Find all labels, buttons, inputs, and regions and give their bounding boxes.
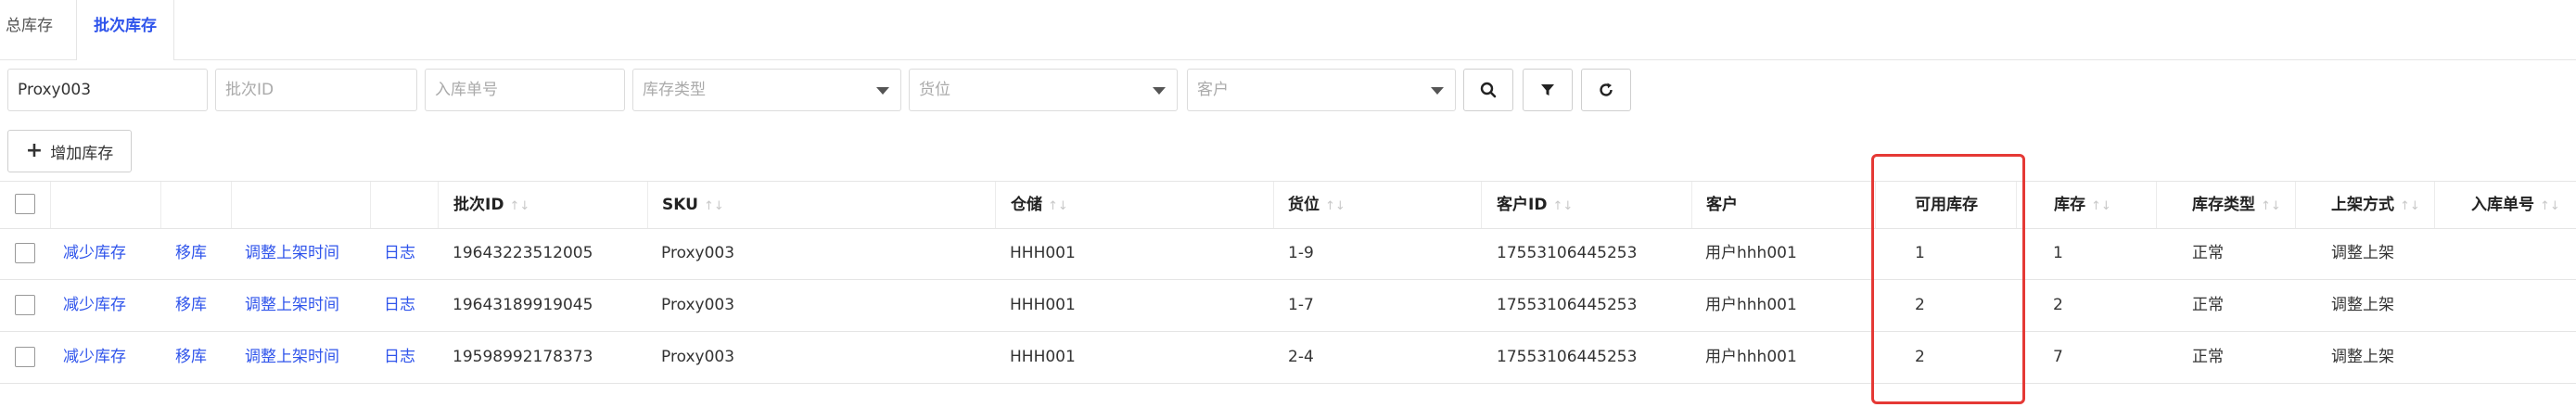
stock-cell: 1 (2053, 244, 2063, 262)
batch-id-input[interactable] (215, 69, 417, 111)
header-location[interactable]: 货位 ↑↓ (1286, 182, 1345, 228)
filter-icon (1541, 84, 1554, 95)
table-row: 减少库存 移库 调整上架时间 日志 19643223512005 Proxy00… (0, 228, 2576, 280)
reduce-stock-link[interactable]: 减少库存 (63, 332, 126, 383)
location-cell: 1-9 (1288, 244, 1314, 262)
header-batch-id[interactable]: 批次ID ↑↓ (452, 182, 529, 228)
header-inbound-no[interactable]: 入库单号 ↑↓ (2469, 182, 2560, 228)
stock-cell: 7 (2053, 348, 2063, 366)
stock-cell: 2 (2053, 296, 2063, 314)
chevron-down-icon (1153, 87, 1166, 95)
warehouse-cell: HHH001 (1010, 244, 1076, 262)
add-stock-button[interactable]: + 增加库存 (7, 130, 132, 172)
sort-icon: ↑↓ (1325, 199, 1345, 213)
stock-type-cell: 正常 (2192, 244, 2224, 262)
sort-icon: ↑↓ (2261, 199, 2281, 213)
add-stock-label: 增加库存 (50, 144, 114, 163)
adjust-shelf-time-link[interactable]: 调整上架时间 (245, 228, 339, 279)
sku-cell: Proxy003 (661, 244, 735, 262)
row-checkbox[interactable] (15, 243, 35, 263)
customer-cell: 用户hhh001 (1705, 348, 1797, 366)
batch-id-cell: 19643189919045 (453, 296, 593, 314)
move-stock-link[interactable]: 移库 (175, 332, 207, 383)
customer-select[interactable]: 客户 (1187, 69, 1456, 111)
tab-batch-stock[interactable]: 批次库存 (76, 0, 174, 60)
header-stock-type[interactable]: 库存类型 ↑↓ (2190, 182, 2281, 228)
adjust-shelf-time-link[interactable]: 调整上架时间 (245, 332, 339, 383)
row-checkbox[interactable] (15, 295, 35, 315)
customer-cell: 用户hhh001 (1705, 296, 1797, 314)
reduce-stock-link[interactable]: 减少库存 (63, 228, 126, 279)
sort-icon: ↑↓ (2540, 199, 2560, 213)
header-stock[interactable]: 库存 ↑↓ (2052, 182, 2111, 228)
log-link[interactable]: 日志 (384, 280, 415, 331)
move-stock-link[interactable]: 移库 (175, 228, 207, 279)
header-sku[interactable]: SKU ↑↓ (660, 182, 724, 228)
header-warehouse[interactable]: 仓储 ↑↓ (1009, 182, 1068, 228)
header-available-stock: 可用库存 (1915, 196, 1978, 214)
customer-id-cell: 17553106445253 (1497, 244, 1638, 262)
table-header: 批次ID ↑↓ SKU ↑↓ 仓储 ↑↓ 货位 ↑↓ 客户ID ↑↓ 客户 可用库存 库存… (0, 181, 2576, 229)
select-all-checkbox[interactable] (15, 194, 35, 214)
sort-icon: ↑↓ (1048, 199, 1068, 213)
table-row: 减少库存 移库 调整上架时间 日志 19598992178373 Proxy00… (0, 332, 2576, 384)
customer-cell: 用户hhh001 (1705, 244, 1797, 262)
refresh-button[interactable] (1581, 69, 1631, 111)
plus-icon: + (25, 139, 44, 162)
search-icon (1480, 82, 1497, 98)
stock-type-cell: 正常 (2192, 348, 2224, 366)
sort-icon: ↑↓ (1552, 199, 1574, 213)
header-customer-id[interactable]: 客户ID ↑↓ (1495, 182, 1573, 228)
stock-type-cell: 正常 (2192, 296, 2224, 314)
row-checkbox[interactable] (15, 347, 35, 367)
shelf-method-cell: 调整上架 (2331, 296, 2394, 314)
available-stock-cell: 2 (1915, 348, 1925, 366)
warehouse-cell: HHH001 (1010, 296, 1076, 314)
header-customer: 客户 (1706, 196, 1738, 214)
stock-type-placeholder: 库存类型 (643, 81, 706, 99)
sku-input[interactable] (7, 69, 208, 111)
sort-icon: ↑↓ (509, 199, 530, 213)
customer-id-cell: 17553106445253 (1497, 348, 1638, 366)
location-cell: 2-4 (1288, 348, 1314, 366)
table-row: 减少库存 移库 调整上架时间 日志 19643189919045 Proxy00… (0, 280, 2576, 332)
customer-placeholder: 客户 (1197, 81, 1229, 99)
header-shelf-method[interactable]: 上架方式 ↑↓ (2329, 182, 2420, 228)
batch-id-cell: 19643223512005 (453, 244, 593, 262)
warehouse-cell: HHH001 (1010, 348, 1076, 366)
sku-cell: Proxy003 (661, 348, 735, 366)
shelf-method-cell: 调整上架 (2331, 244, 2394, 262)
sort-icon: ↑↓ (2091, 199, 2111, 213)
chevron-down-icon (1431, 87, 1444, 95)
adjust-shelf-time-link[interactable]: 调整上架时间 (245, 280, 339, 331)
log-link[interactable]: 日志 (384, 332, 415, 383)
available-stock-cell: 2 (1915, 296, 1925, 314)
refresh-icon (1600, 83, 1613, 96)
location-cell: 1-7 (1288, 296, 1314, 314)
tab-bar: 总库存 批次库存 (0, 0, 2576, 60)
available-stock-cell: 1 (1915, 244, 1925, 262)
sort-icon: ↑↓ (703, 199, 724, 213)
move-stock-link[interactable]: 移库 (175, 280, 207, 331)
log-link[interactable]: 日志 (384, 228, 415, 279)
inbound-no-input[interactable] (425, 69, 625, 111)
customer-id-cell: 17553106445253 (1497, 296, 1638, 314)
batch-id-cell: 19598992178373 (453, 348, 593, 366)
tab-total-stock[interactable]: 总库存 (6, 0, 53, 59)
search-button[interactable] (1463, 69, 1513, 111)
stock-type-select[interactable]: 库存类型 (632, 69, 901, 111)
location-select[interactable]: 货位 (909, 69, 1178, 111)
filter-button[interactable] (1523, 69, 1573, 111)
reduce-stock-link[interactable]: 减少库存 (63, 280, 126, 331)
chevron-down-icon (876, 87, 889, 95)
sku-cell: Proxy003 (661, 296, 735, 314)
location-placeholder: 货位 (919, 81, 950, 99)
sort-icon: ↑↓ (2400, 199, 2420, 213)
shelf-method-cell: 调整上架 (2331, 348, 2394, 366)
